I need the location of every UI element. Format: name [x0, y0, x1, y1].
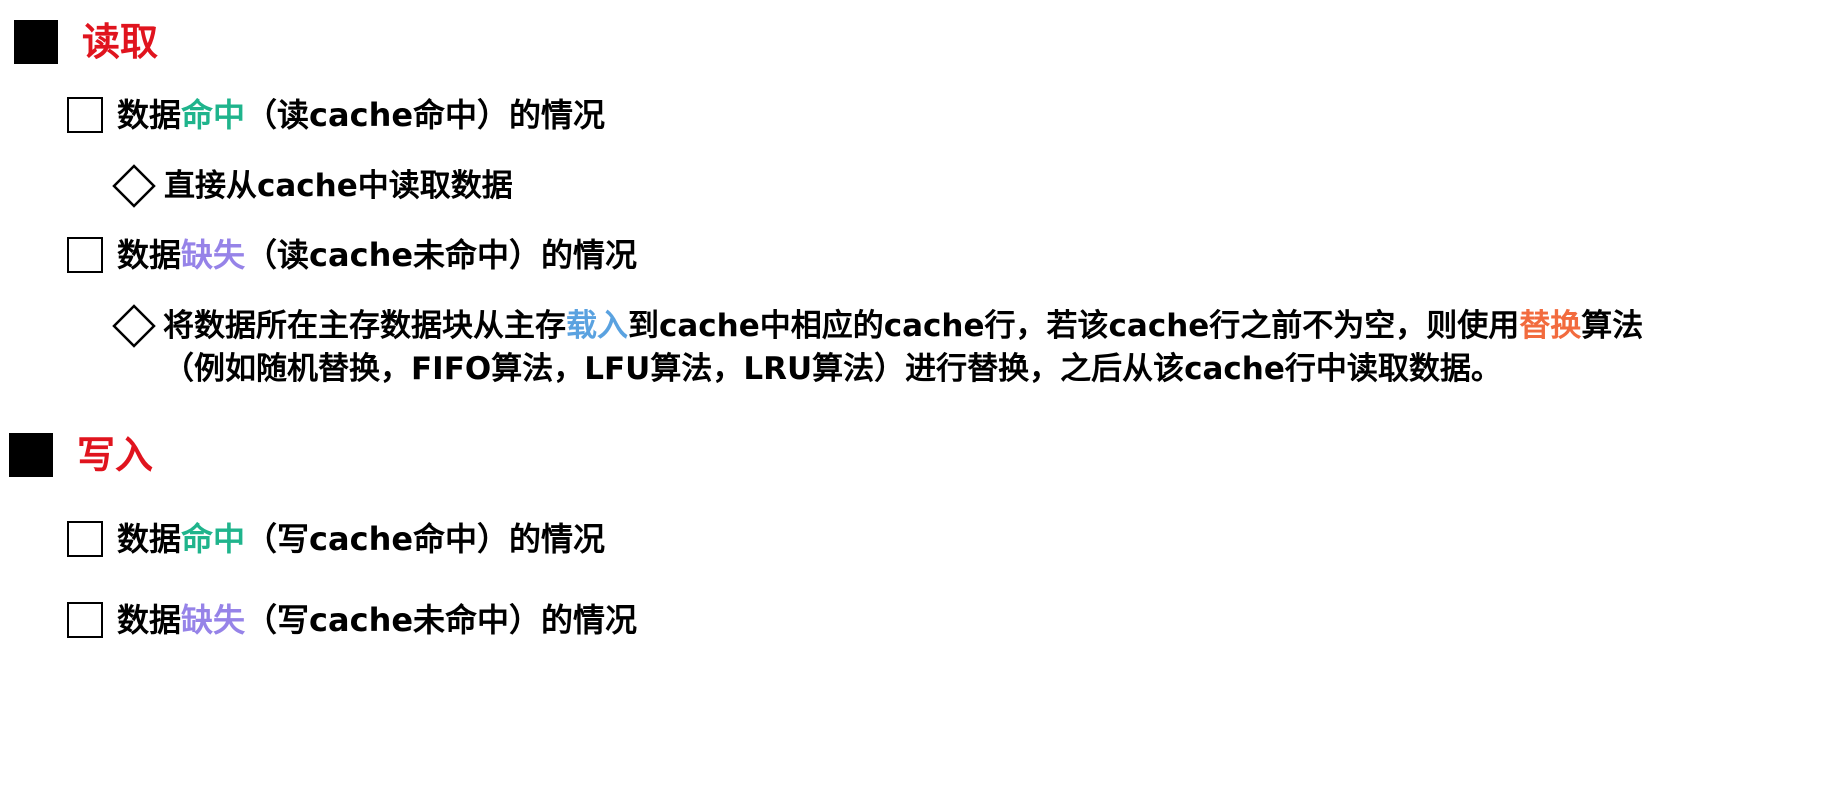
sub-part2: 到cache中相应的cache行，若该cache行之前不为空，则使用 — [628, 308, 1520, 344]
diamond-outline-icon — [112, 304, 156, 348]
read-miss-sub-text: 将数据所在主存数据块从主存载入到cache中相应的cache行，若该cache行… — [163, 305, 1823, 391]
item-text: 数据缺失（读cache未命中）的情况 — [117, 239, 637, 271]
sub-line-2: （例如随机替换，FIFO算法，LFU算法，LRU算法）进行替换，之后从该cach… — [163, 351, 1502, 387]
item-suffix: （写cache命中）的情况 — [245, 520, 606, 558]
read-miss-sub-item — [110, 302, 158, 350]
square-outline-icon — [67, 237, 103, 273]
item-text: 数据命中（写cache命中）的情况 — [117, 523, 605, 555]
square-filled-icon — [9, 433, 53, 477]
write-hit-item: 数据命中（写cache命中）的情况 — [67, 521, 605, 557]
section-title: 读取 — [82, 20, 159, 64]
load-highlight: 载入 — [566, 308, 628, 344]
item-text: 数据命中（读cache命中）的情况 — [117, 99, 605, 131]
square-outline-icon — [67, 602, 103, 638]
square-filled-icon — [14, 20, 58, 64]
miss-highlight: 缺失 — [181, 601, 246, 639]
sub-part1: 将数据所在主存数据块从主存 — [163, 308, 566, 344]
sub-part3: 算法 — [1581, 308, 1644, 344]
item-suffix: （写cache未命中）的情况 — [245, 601, 638, 639]
section-title: 写入 — [77, 433, 154, 477]
square-outline-icon — [67, 97, 103, 133]
write-miss-item: 数据缺失（写cache未命中）的情况 — [67, 602, 637, 638]
item-suffix: （读cache命中）的情况 — [245, 96, 606, 134]
item-prefix: 数据 — [117, 236, 182, 274]
section-write-heading: 写入 — [9, 433, 153, 477]
sub-text: 直接从cache中读取数据 — [164, 167, 513, 204]
item-suffix: （读cache未命中）的情况 — [245, 236, 638, 274]
section-read-heading: 读取 — [14, 20, 158, 64]
hit-highlight: 命中 — [181, 520, 246, 558]
replace-highlight: 替换 — [1519, 308, 1582, 344]
read-hit-sub-item: 直接从cache中读取数据 — [110, 162, 513, 210]
diamond-outline-icon — [112, 164, 156, 208]
read-miss-item: 数据缺失（读cache未命中）的情况 — [67, 237, 637, 273]
read-hit-item: 数据命中（读cache命中）的情况 — [67, 97, 605, 133]
item-prefix: 数据 — [117, 96, 182, 134]
item-prefix: 数据 — [117, 520, 182, 558]
miss-highlight: 缺失 — [181, 236, 246, 274]
sub-line-1: 将数据所在主存数据块从主存载入到cache中相应的cache行，若该cache行… — [163, 305, 1823, 348]
item-text: 数据缺失（写cache未命中）的情况 — [117, 604, 637, 636]
item-prefix: 数据 — [117, 601, 182, 639]
hit-highlight: 命中 — [181, 96, 246, 134]
square-outline-icon — [67, 521, 103, 557]
